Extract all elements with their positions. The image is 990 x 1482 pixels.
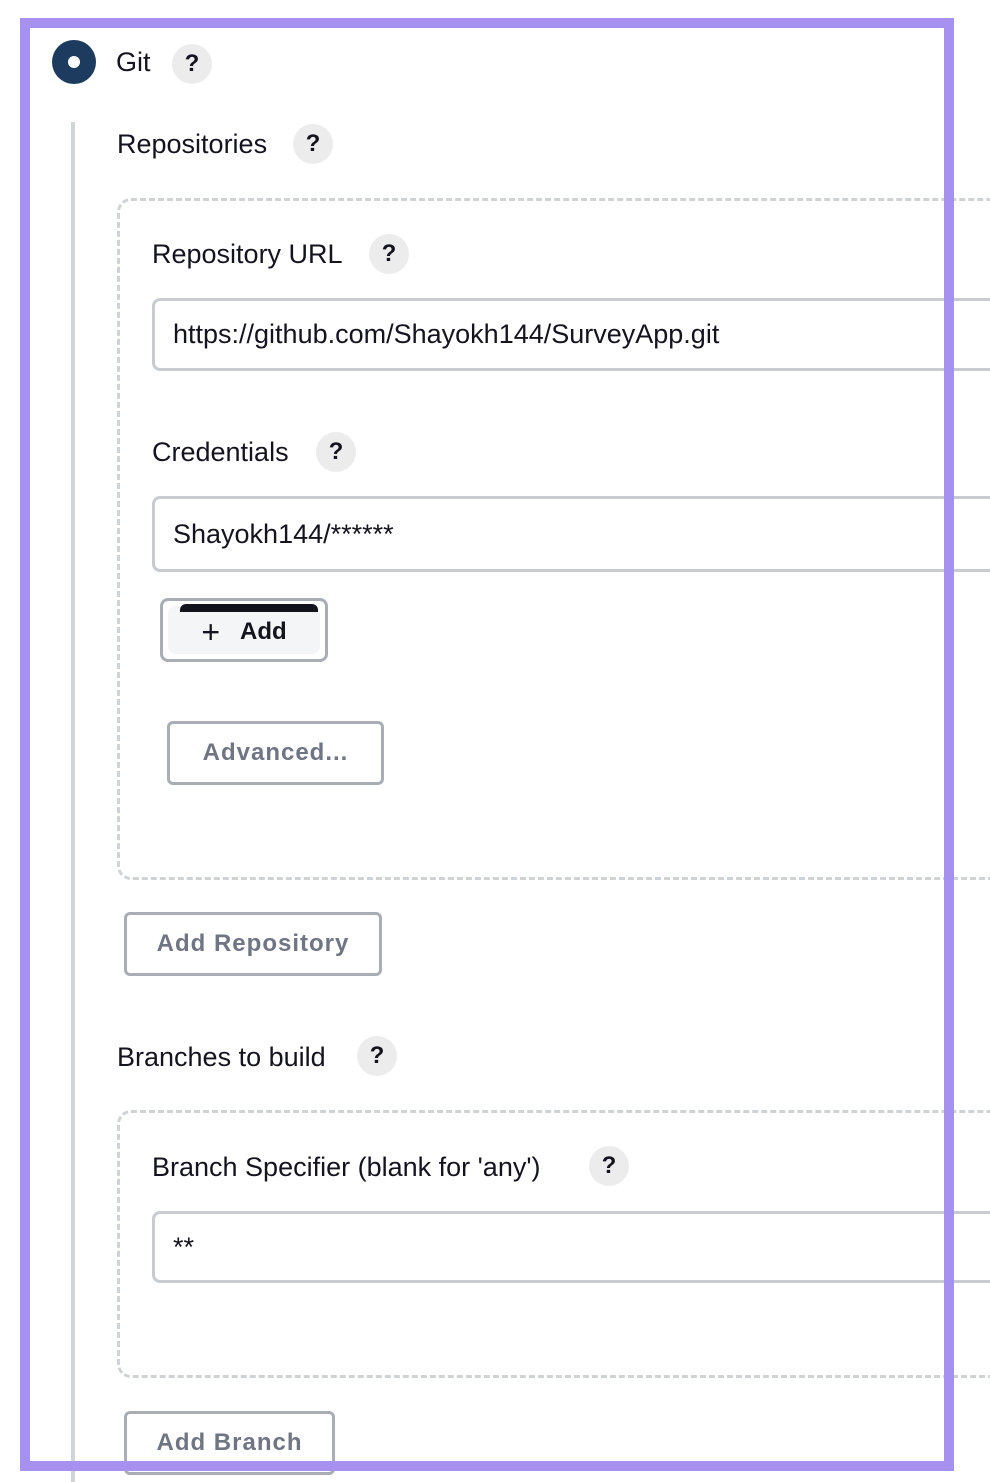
advanced-button[interactable]: Advanced... — [167, 721, 384, 785]
branches-to-build-label: Branches to build — [117, 1042, 326, 1072]
repositories-label: Repositories — [117, 129, 268, 159]
add-branch-button[interactable]: Add Branch — [124, 1411, 335, 1475]
credentials-help-icon[interactable]: ? — [316, 432, 356, 472]
branch-specifier-label: Branch Specifier (blank for 'any') — [152, 1152, 541, 1182]
plus-icon: + — [201, 614, 221, 650]
credentials-label: Credentials — [152, 437, 289, 467]
branches-help-icon[interactable]: ? — [357, 1036, 397, 1076]
git-option-label: Git — [116, 47, 151, 77]
credentials-select[interactable]: Shayokh144/****** — [152, 496, 990, 572]
branch-specifier-help-icon[interactable]: ? — [589, 1146, 629, 1186]
add-button-label: Add — [240, 618, 287, 645]
section-indent-line — [71, 122, 75, 1482]
git-radio-button[interactable] — [52, 40, 96, 84]
add-button-top-accent — [180, 604, 318, 612]
radio-selected-dot — [68, 56, 80, 68]
repository-url-input[interactable]: https://github.com/Shayokh144/SurveyApp.… — [152, 298, 990, 371]
add-repository-button[interactable]: Add Repository — [124, 912, 382, 976]
repository-url-label: Repository URL — [152, 239, 343, 269]
git-help-icon[interactable]: ? — [172, 44, 212, 84]
branch-specifier-input[interactable]: ** — [152, 1211, 990, 1283]
add-credentials-button[interactable]: + Add — [160, 598, 328, 662]
repository-url-help-icon[interactable]: ? — [369, 234, 409, 274]
repositories-help-icon[interactable]: ? — [293, 124, 333, 164]
